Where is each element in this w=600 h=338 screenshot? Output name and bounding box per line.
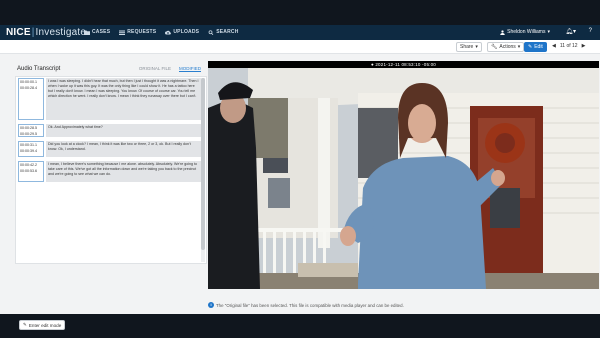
edit-label: Edit [534,44,543,50]
transcript-segment[interactable]: 00:00:00.1 00:00:28.4 I was I was sleepi… [17,78,201,120]
app-logo[interactable]: NICE|Investigate [6,27,86,38]
user-menu[interactable]: Sheldon Williams ▾ [500,29,550,35]
nav-item-requests[interactable]: REQUESTS [119,29,156,35]
list-icon [119,30,126,35]
segment-text[interactable]: Did you look at a clock? I mean, I think… [46,141,201,157]
info-message: i The "Original file" has been selected.… [208,302,404,308]
pager: ◀ 11 of 12 ▶ [552,43,585,49]
actions-button[interactable]: 🔧︎ Actions ▾ [487,42,525,52]
toolbar: Share ▾ 🔧︎ Actions ▾ ✎ Edit ◀ 11 of 12 ▶ [0,40,600,54]
segment-text[interactable]: I mean, I believe there's something beca… [46,161,201,182]
question-icon[interactable]: ? [589,28,592,34]
enter-edit-mode-button[interactable]: ✎ Enter edit mode [19,320,66,330]
segment-text[interactable]: Ok. And Approximately what time? [46,124,201,137]
segment-end: 00:00:53.6 [20,168,37,173]
tab-modified[interactable]: MODIFIED [179,66,201,72]
product-name: Investigate [35,27,87,38]
video-frame [208,68,599,289]
actions-label: Actions [499,44,516,50]
tab-original-file[interactable]: ORIGINAL FILE [139,66,171,72]
nav-item-search[interactable]: SEARCH [208,29,238,35]
nav-label: REQUESTS [127,29,157,35]
info-icon: i [208,302,214,308]
user-icon [500,29,505,35]
search-icon [208,29,214,35]
folder-icon [84,30,90,35]
user-name: Sheldon Williams [507,29,546,35]
edit-button[interactable]: ✎ Edit [524,42,547,52]
top-nav-bar: NICE|Investigate CASES REQUESTS UPLOADS … [0,25,600,40]
segment-end: 00:00:28.4 [20,85,37,90]
segment-end: 00:00:29.5 [20,131,37,136]
segment-end: 00:00:39.4 [20,148,37,153]
chevron-down-icon: ▾ [547,29,550,35]
transcript-tabs: ORIGINAL FILE MODIFIED [139,66,201,72]
nav-label: UPLOADS [173,29,200,35]
pager-label: 11 of 12 [559,43,578,49]
nav-label: CASES [92,29,111,35]
share-label: Share [460,44,474,50]
edit-mode-label: Enter edit mode [28,322,62,328]
transcript-title: Audio Transcript [17,66,61,72]
edit-icon: ✎ [528,44,533,50]
nav-label: SEARCH [216,29,239,35]
chevron-down-icon: ▾ [475,44,478,50]
timestamp-text: 2021-12-11 08:53:10 -05:00 [375,62,437,67]
record-icon: ● [370,62,374,67]
video-timestamp: ● 2021-12-11 08:53:10 -05:00 [208,61,599,68]
transcript-segment[interactable]: 00:00:42.2 00:00:53.6 I mean, I believe … [17,161,201,182]
transcript-segment[interactable]: 00:00:28.5 00:00:29.5 Ok. And Approximat… [17,124,201,137]
edit-icon: ✎ [23,322,27,327]
brand-name: NICE [6,27,31,38]
segment-times: 00:00:28.5 00:00:29.5 [18,124,44,137]
bell-icon[interactable]: 🔔︎▾ [565,28,576,35]
next-icon[interactable]: ▶ [582,43,586,49]
main-nav: CASES REQUESTS UPLOADS SEARCH [84,29,239,35]
share-button[interactable]: Share ▾ [456,42,482,52]
prev-icon[interactable]: ◀ [552,43,556,49]
segment-times: 00:00:00.1 00:00:28.4 [18,78,44,120]
nav-item-cases[interactable]: CASES [84,29,110,35]
chevron-down-icon: ▾ [517,44,521,50]
transcript-list[interactable]: 00:00:00.1 00:00:28.4 I was I was sleepi… [15,76,207,264]
scrollbar-thumb[interactable] [201,78,205,250]
transcript-panel: Audio Transcript ORIGINAL FILE MODIFIED … [15,64,207,330]
cloud-upload-icon [165,30,172,34]
transcript-segment[interactable]: 00:00:31.1 00:00:39.4 Did you look at a … [17,141,201,157]
wrench-icon: 🔧︎ [491,44,498,50]
info-text: The "Original file" has been selected. T… [216,302,404,308]
video-player[interactable]: ● 2021-12-11 08:53:10 -05:00 [208,61,599,289]
segment-times: 00:00:31.1 00:00:39.4 [18,141,44,157]
segment-times: 00:00:42.2 00:00:53.6 [18,161,44,182]
nav-item-uploads[interactable]: UPLOADS [165,29,199,35]
segment-text[interactable]: I was I was sleeping. I didn't hear that… [46,78,201,120]
